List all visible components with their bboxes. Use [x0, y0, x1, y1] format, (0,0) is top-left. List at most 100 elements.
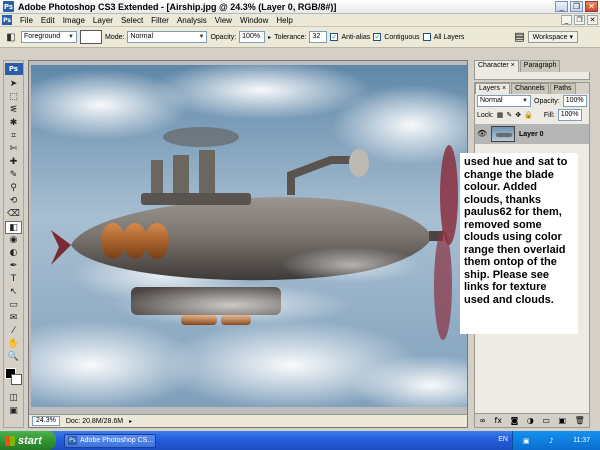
hand-tool[interactable]: ✋: [5, 338, 22, 351]
mask-icon[interactable]: ◙: [511, 416, 519, 425]
adjustment-icon[interactable]: ◑: [527, 416, 534, 425]
slice-tool[interactable]: ✄: [5, 143, 22, 156]
tab-paragraph-label: Paragraph: [523, 62, 557, 69]
fill-label: Fill:: [543, 111, 555, 119]
move-tool[interactable]: ➤: [5, 78, 22, 91]
image-canvas[interactable]: [31, 65, 467, 407]
minimize-button[interactable]: _: [555, 1, 568, 12]
fill-source-select[interactable]: Foreground ▼: [21, 31, 77, 43]
ps-toolbox-badge[interactable]: Ps: [4, 63, 23, 75]
opacity-field[interactable]: 100%: [239, 31, 266, 43]
layer-row[interactable]: 👁 Layer 0: [475, 124, 589, 144]
tab-character[interactable]: Character ×: [474, 60, 519, 72]
paint-bucket-icon[interactable]: ◧: [4, 30, 18, 44]
pen-tool[interactable]: ✒: [5, 260, 22, 273]
taskbar-item-photoshop[interactable]: Ps Adobe Photoshop CS...: [64, 433, 156, 448]
menu-image[interactable]: Image: [59, 16, 89, 25]
brush-tool[interactable]: ✎: [5, 169, 22, 182]
menu-edit[interactable]: Edit: [37, 16, 59, 25]
menu-select[interactable]: Select: [117, 16, 147, 25]
menu-filter[interactable]: Filter: [147, 16, 173, 25]
eye-icon[interactable]: 👁: [477, 129, 487, 139]
background-color-swatch[interactable]: [10, 374, 22, 385]
dodge-tool[interactable]: ◐: [5, 247, 22, 260]
volume-icon[interactable]: ♪: [549, 437, 553, 445]
contiguous-checkbox[interactable]: ✓: [373, 33, 382, 41]
tolerance-field[interactable]: 32: [309, 31, 328, 43]
document-size-info: Doc: 20.8M/28.6M: [65, 417, 124, 425]
zoom-field[interactable]: 24.3%: [32, 416, 60, 426]
maximize-button[interactable]: ❐: [570, 1, 583, 12]
doc-restore-button[interactable]: ❐: [574, 15, 585, 25]
window-title: Adobe Photoshop CS3 Extended - [Airship.…: [18, 1, 337, 12]
eyedropper-tool[interactable]: ⁄: [5, 325, 22, 338]
lock-image-icon[interactable]: ✎: [506, 111, 512, 119]
workspace-button[interactable]: Workspace ▾: [527, 30, 578, 43]
notes-tool[interactable]: ✉: [5, 312, 22, 325]
trash-icon[interactable]: 🗑: [575, 416, 585, 425]
close-button[interactable]: ✕: [585, 1, 598, 12]
clone-stamp-tool[interactable]: ⚲: [5, 182, 22, 195]
history-brush-tool[interactable]: ⟲: [5, 195, 22, 208]
title-bar: Ps Adobe Photoshop CS3 Extended - [Airsh…: [0, 0, 600, 14]
tab-paths-label: Paths: [553, 85, 572, 92]
doc-close-button[interactable]: ✕: [587, 15, 598, 25]
doc-minimize-button[interactable]: _: [561, 15, 572, 25]
lock-label: Lock:: [477, 111, 494, 119]
tool-list: ➤ ⬚ ᓬ ✱ ⌗ ✄ ✚ ✎ ⚲ ⟲ ⌫ ◧ ◉ ◐ ✒ T ↖ ▭ ✉ ⁄ ✋ 🔍: [5, 78, 22, 364]
workspace-area: ▤ Workspace ▾: [514, 30, 578, 43]
menu-analysis[interactable]: Analysis: [173, 16, 211, 25]
healing-tool[interactable]: ✚: [5, 156, 22, 169]
tab-layers[interactable]: Layers ×: [475, 83, 511, 94]
language-indicator[interactable]: EN: [498, 436, 508, 443]
tab-paths[interactable]: Paths: [549, 83, 576, 94]
opacity-label: Opacity:: [210, 33, 237, 41]
blur-tool[interactable]: ◉: [5, 234, 22, 247]
lock-position-icon[interactable]: ✥: [515, 111, 521, 119]
menu-view[interactable]: View: [211, 16, 236, 25]
layer-opacity-field[interactable]: 100%: [562, 95, 587, 107]
start-button[interactable]: start: [0, 431, 56, 450]
lasso-tool[interactable]: ᓬ: [5, 104, 22, 117]
mode-select[interactable]: Normal ▼: [127, 31, 208, 43]
fill-field[interactable]: 100%: [557, 109, 582, 121]
document-window-controls: _ ❐ ✕: [561, 15, 598, 25]
fx-icon[interactable]: fx: [494, 416, 502, 425]
all-layers-checkbox[interactable]: [422, 33, 431, 41]
type-tool[interactable]: T: [5, 273, 22, 286]
start-label: start: [18, 434, 42, 447]
character-panel-tabs: Character × Paragraph: [474, 60, 590, 72]
network-icon[interactable]: ▣: [523, 437, 530, 445]
blend-mode-select[interactable]: Normal ▼: [477, 95, 531, 107]
new-layer-icon[interactable]: ▣: [558, 416, 566, 425]
path-selection-tool[interactable]: ↖: [5, 286, 22, 299]
toolbox: Ps ➤ ⬚ ᓬ ✱ ⌗ ✄ ✚ ✎ ⚲ ⟲ ⌫ ◧ ◉ ◐ ✒ T ↖ ▭ ✉ ⁄ ✋ 🔍 ◫ ▣: [3, 60, 24, 428]
shape-tool[interactable]: ▭: [5, 299, 22, 312]
zoom-tool[interactable]: 🔍: [5, 351, 22, 364]
menu-layer[interactable]: Layer: [89, 16, 117, 25]
quick-mask-icon[interactable]: ◫: [5, 392, 22, 405]
magic-wand-tool[interactable]: ✱: [5, 117, 22, 130]
eraser-tool[interactable]: ⌫: [5, 208, 22, 221]
group-icon[interactable]: ▭: [542, 416, 550, 425]
screen-mode-icon[interactable]: ▣: [5, 405, 22, 418]
pattern-swatch[interactable]: [80, 30, 102, 44]
clock[interactable]: 11:37: [573, 437, 590, 444]
antialias-checkbox[interactable]: ✓: [330, 33, 339, 41]
tab-channels[interactable]: Channels: [511, 83, 549, 94]
system-tray: ▣ ♪ 11:37: [512, 431, 600, 450]
menu-window[interactable]: Window: [236, 16, 272, 25]
lock-transparency-icon[interactable]: ▦: [497, 111, 504, 119]
opacity-arrow-icon[interactable]: ▸: [268, 34, 271, 41]
ps-menu-logo[interactable]: Ps: [2, 15, 12, 25]
menu-file[interactable]: File: [16, 16, 37, 25]
status-arrow-icon[interactable]: ▸: [129, 418, 132, 425]
link-icon[interactable]: ∞: [479, 416, 486, 425]
palette-well-icon[interactable]: ▤: [514, 30, 524, 43]
crop-tool[interactable]: ⌗: [5, 130, 22, 143]
menu-help[interactable]: Help: [272, 16, 296, 25]
paint-bucket-tool[interactable]: ◧: [5, 221, 22, 234]
marquee-tool[interactable]: ⬚: [5, 91, 22, 104]
lock-all-icon[interactable]: 🔒: [524, 111, 533, 119]
tab-paragraph[interactable]: Paragraph: [519, 60, 561, 72]
